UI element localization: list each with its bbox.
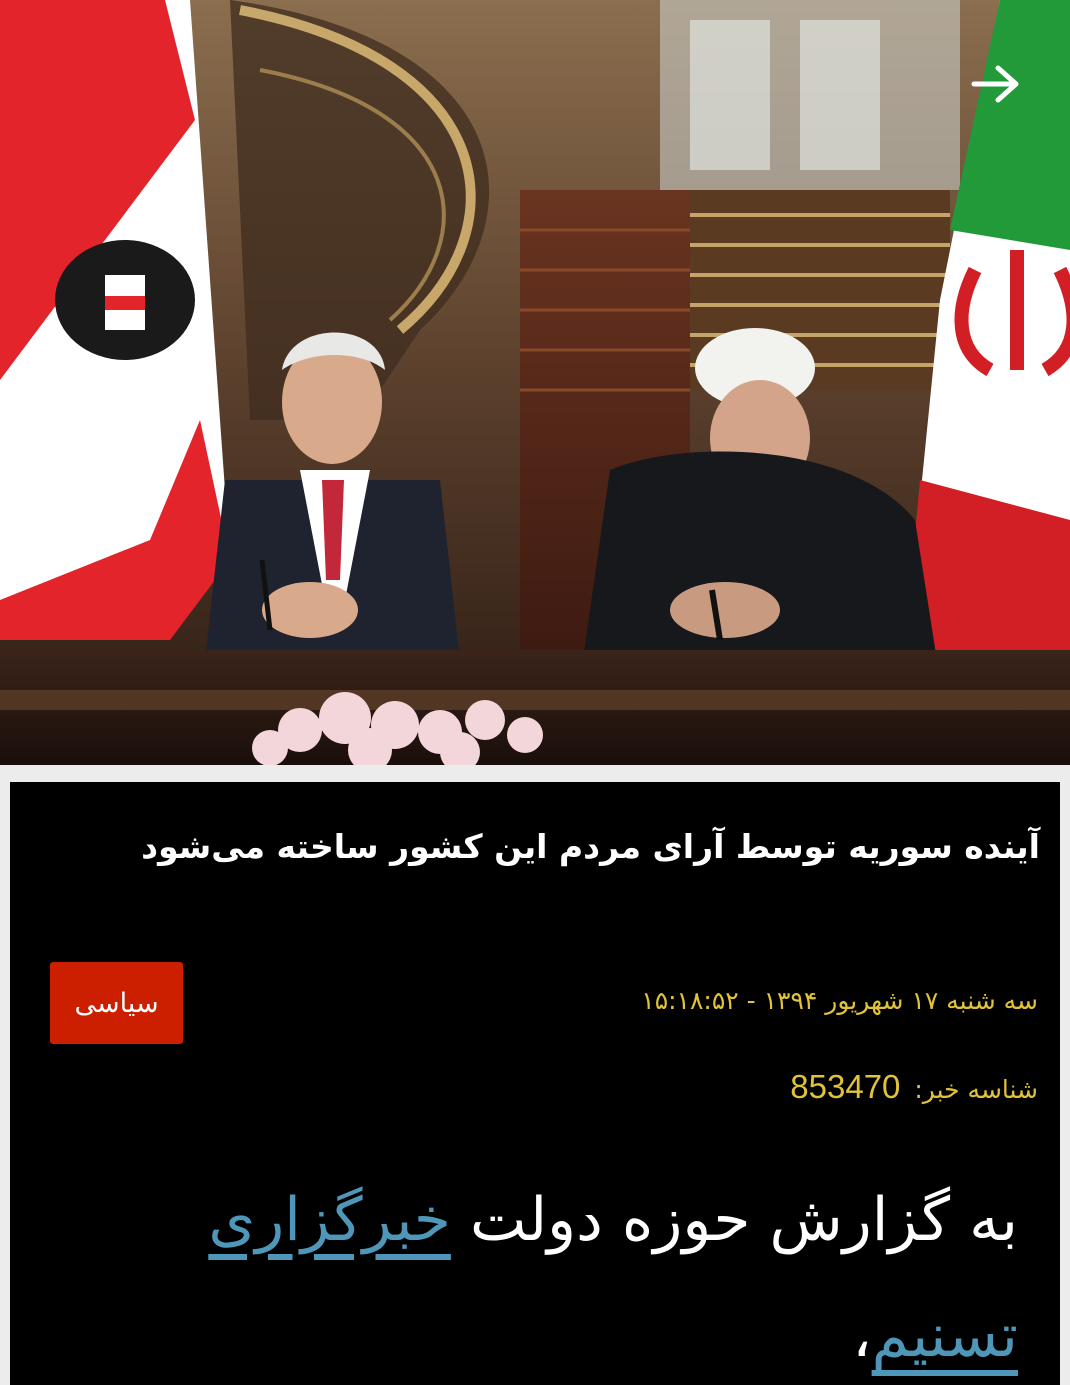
arrow-right-icon [971, 65, 1019, 103]
press-conference-photo [0, 0, 1070, 765]
article-date: سه شنبه ۱۷ شهریور ۱۳۹۴ - ۱۵:۱۸:۵۲ [641, 986, 1038, 1015]
news-id-value: 853470 [790, 1068, 901, 1105]
news-id-label: شناسه خبر: [914, 1075, 1038, 1104]
article-title: آینده سوریه توسط آرای مردم این کشور ساخت… [141, 827, 1040, 866]
article-body: به گزارش حوزه دولت خبرگزاری تسنیم، [58, 1162, 1018, 1385]
back-button[interactable] [964, 52, 1028, 116]
category-badge[interactable]: سیاسی [50, 962, 183, 1044]
news-id: شناسه خبر: 853470 [790, 1068, 1038, 1106]
body-comma: ، [852, 1301, 872, 1371]
article-card: آینده سوریه توسط آرای مردم این کشور ساخت… [10, 782, 1060, 1385]
article-hero-image [0, 0, 1070, 765]
body-lead: به گزارش حوزه دولت [469, 1185, 1018, 1255]
